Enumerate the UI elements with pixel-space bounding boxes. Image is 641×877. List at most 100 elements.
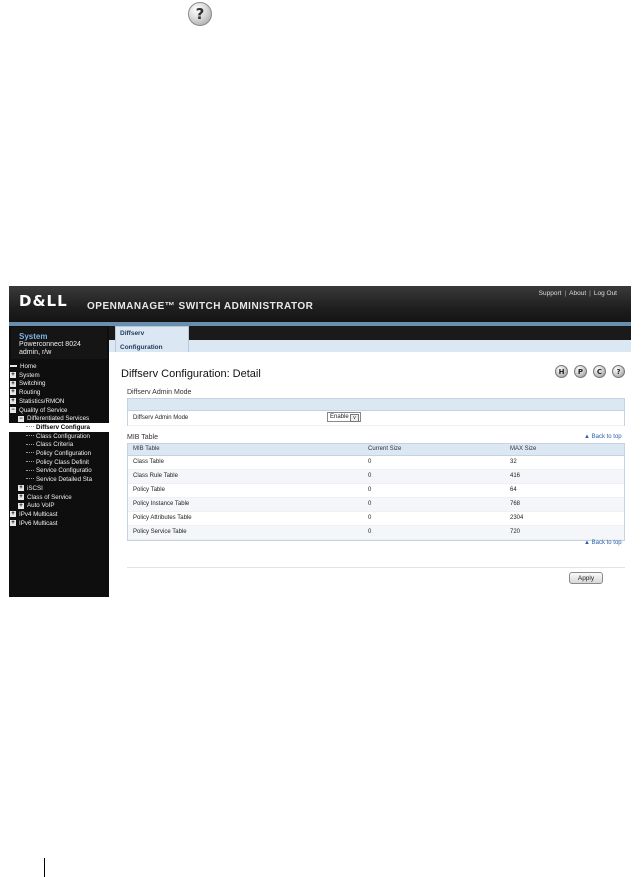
expand-icon: + bbox=[10, 398, 16, 405]
page-title: Diffserv Configuration: Detail bbox=[121, 368, 261, 380]
nav-item-label: Policy Configuration bbox=[36, 450, 92, 457]
collapse-icon: − bbox=[18, 415, 24, 422]
system-title: System bbox=[19, 332, 48, 341]
mib-section-title: MIB Table bbox=[127, 434, 158, 441]
nav-item-label: Policy Class Definit bbox=[36, 458, 89, 466]
help-topic-icon[interactable]: H bbox=[555, 365, 568, 378]
collapse-icon: − bbox=[10, 406, 16, 413]
back-to-top-link-bottom[interactable]: ▲ Back to top bbox=[584, 540, 622, 546]
nav-item-label: Diffserv Configura bbox=[36, 423, 90, 431]
nav-item-label: System bbox=[19, 371, 40, 379]
expand-icon: + bbox=[10, 519, 16, 526]
table-row: Policy Instance Table 0 768 bbox=[128, 498, 624, 512]
nav-item[interactable]: + System bbox=[10, 371, 40, 380]
tree-line-icon bbox=[26, 469, 34, 472]
header-links: Support | About | Log Out bbox=[538, 290, 617, 297]
nav-item[interactable]: + iSCSI bbox=[18, 484, 43, 493]
admin-panel-header bbox=[128, 399, 624, 411]
cell-max-size: 2304 bbox=[510, 515, 524, 521]
nav-item-label: Statistics/RMON bbox=[19, 397, 65, 405]
cell-max-size: 416 bbox=[510, 473, 521, 479]
header-bar: D&LL OPENMANAGE™ SWITCH ADMINISTRATOR Su… bbox=[9, 286, 631, 322]
nav-item-label: Home bbox=[20, 363, 37, 370]
table-row: Policy Table 0 64 bbox=[128, 484, 624, 498]
admin-mode-select[interactable]: Enable v bbox=[327, 412, 361, 422]
tab-diffserv-configuration[interactable]: Diffserv Configuration bbox=[115, 326, 189, 352]
table-row: Class Rule Table 0 416 bbox=[128, 470, 624, 484]
sidebar: System Powerconnect 8024 admin, r/w Home… bbox=[9, 326, 126, 597]
expand-icon: + bbox=[10, 389, 16, 396]
nav-item[interactable]: Service Configuratio bbox=[26, 466, 92, 475]
mib-header-row: MIB Table Current Size MAX Size bbox=[128, 444, 624, 456]
cell-max-size: 720 bbox=[510, 529, 521, 535]
logout-link[interactable]: Log Out bbox=[594, 290, 617, 297]
system-model: Powerconnect 8024 bbox=[19, 341, 81, 348]
admin-mode-label: Diffserv Admin Mode bbox=[133, 415, 189, 421]
table-row: Policy Attributes Table 0 2304 bbox=[128, 512, 624, 526]
admin-mode-row: Diffserv Admin Mode Enable v bbox=[128, 411, 624, 426]
nav-item[interactable]: − Quality of Service bbox=[10, 406, 68, 415]
mib-rows: Class Table 0 32 Class Rule Table 0 416 Policy… bbox=[128, 456, 624, 540]
chevron-down-icon: v bbox=[350, 414, 359, 422]
divider bbox=[127, 567, 625, 568]
tree-line-icon bbox=[26, 434, 34, 437]
admin-mode-section-title: Diffserv Admin Mode bbox=[127, 389, 192, 396]
expand-icon: + bbox=[18, 493, 24, 500]
nav-item-label: Class Criteria bbox=[36, 441, 74, 449]
tree-line-icon bbox=[26, 452, 34, 454]
admin-mode-value: Enable bbox=[330, 414, 349, 420]
col-current-size: Current Size bbox=[368, 446, 402, 452]
nav-item[interactable]: + Statistics/RMON bbox=[10, 397, 64, 406]
nav-item-label: Class Configuration bbox=[36, 432, 90, 440]
expand-icon: + bbox=[10, 380, 16, 387]
cell-mib-table: Policy Service Table bbox=[133, 529, 187, 535]
system-box[interactable]: System Powerconnect 8024 admin, r/w bbox=[11, 327, 107, 359]
nav-item[interactable]: + Routing bbox=[10, 388, 40, 397]
about-link[interactable]: About bbox=[569, 290, 586, 297]
nav-item-label: Differentiated Services bbox=[27, 415, 90, 423]
nav-item[interactable]: Home bbox=[10, 362, 37, 371]
expand-icon: + bbox=[10, 511, 16, 518]
nav-item[interactable]: + Class of Service bbox=[18, 493, 72, 502]
nav-item-label: IPv6 Multicast bbox=[19, 519, 58, 527]
nav-item[interactable]: − Differentiated Services bbox=[18, 414, 89, 423]
print-icon[interactable]: P bbox=[574, 365, 587, 378]
admin-mode-panel: Diffserv Admin Mode Enable v bbox=[127, 398, 625, 426]
help-icon: ? bbox=[188, 2, 212, 26]
support-link[interactable]: Support bbox=[539, 290, 562, 297]
cell-current-size: 0 bbox=[368, 473, 372, 479]
apply-button[interactable]: Apply bbox=[569, 572, 603, 584]
nav-item-label: Class of Service bbox=[27, 493, 72, 501]
nav-item[interactable]: + IPv6 Multicast bbox=[10, 519, 58, 528]
tree-line-icon bbox=[26, 443, 34, 446]
refresh-icon[interactable]: C bbox=[593, 365, 606, 378]
product-title: OPENMANAGE™ SWITCH ADMINISTRATOR bbox=[87, 301, 314, 312]
cell-max-size: 64 bbox=[510, 487, 517, 493]
table-row: Policy Service Table 0 720 bbox=[128, 526, 624, 540]
cell-current-size: 0 bbox=[368, 529, 372, 535]
nav-item[interactable]: + Auto VoIP bbox=[18, 501, 55, 510]
nav-item[interactable]: + Switching bbox=[10, 379, 45, 388]
tree-line-icon bbox=[26, 426, 34, 428]
nav-item[interactable]: Class Criteria bbox=[26, 440, 73, 449]
tree-line-icon bbox=[26, 478, 34, 480]
back-to-top-link[interactable]: ▲ Back to top bbox=[584, 434, 622, 440]
cell-current-size: 0 bbox=[368, 459, 372, 465]
nav-item-label: Service Configuratio bbox=[36, 467, 92, 475]
col-max-size: MAX Size bbox=[510, 446, 537, 452]
system-user: admin, r/w bbox=[19, 349, 52, 356]
expand-icon: + bbox=[18, 485, 24, 492]
cell-current-size: 0 bbox=[368, 501, 372, 507]
page-margin-mark bbox=[44, 858, 45, 877]
nav-item[interactable]: Service Detailed Sta bbox=[26, 475, 92, 484]
nav-item-label: Service Detailed Sta bbox=[36, 476, 93, 484]
cell-max-size: 32 bbox=[510, 459, 517, 465]
nav-item[interactable]: Policy Configuration bbox=[26, 449, 91, 458]
nav-item[interactable]: Policy Class Definit bbox=[26, 458, 89, 467]
nav-item-label: Routing bbox=[19, 389, 41, 397]
nav-item-label: Auto VoIP bbox=[27, 502, 55, 510]
nav-item[interactable]: + IPv4 Multicast bbox=[10, 510, 58, 519]
nav-item-label: iSCSI bbox=[27, 484, 43, 492]
help-icon[interactable]: ? bbox=[612, 365, 625, 378]
nav-item[interactable]: Class Configuration bbox=[26, 432, 90, 441]
